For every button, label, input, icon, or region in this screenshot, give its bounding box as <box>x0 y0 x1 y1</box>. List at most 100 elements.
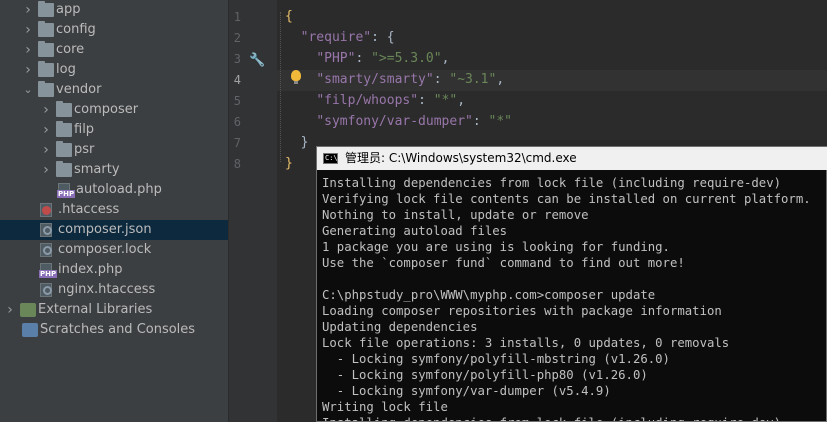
code-line-7[interactable]: } <box>285 135 309 150</box>
chevron-right-icon[interactable]: › <box>22 20 34 40</box>
tree-item-label: smarty <box>74 162 120 177</box>
scratches-icon <box>22 323 38 337</box>
code-line-6[interactable]: "symfony/var-dumper": "*" <box>285 114 512 129</box>
tree-item-psr[interactable]: › psr <box>0 140 228 160</box>
tree-item-scratches-and-consoles[interactable]: Scratches and Consoles <box>0 320 228 340</box>
console-line: Verifying lock file contents can be inst… <box>322 192 811 206</box>
chevron-down-icon[interactable]: ⌄ <box>22 80 34 100</box>
tree-item-label: config <box>56 22 96 37</box>
tree-item-label: vendor <box>56 82 102 97</box>
line-number: 7 <box>233 136 241 150</box>
tree-item-label: composer.json <box>58 222 152 237</box>
tree-item-composer-json[interactable]: composer.json <box>0 220 228 240</box>
config-file-icon <box>40 203 52 217</box>
console-line: Nothing to install, update or remove <box>322 208 589 222</box>
code-line-1[interactable]: { <box>285 9 293 24</box>
code-line-8[interactable]: } <box>285 156 293 171</box>
json-key: "symfony/var-dumper" <box>316 114 473 129</box>
line-number: 4 <box>233 73 241 87</box>
tree-item-composer-lock[interactable]: composer.lock <box>0 240 228 260</box>
folder-icon <box>56 161 72 177</box>
close-brace: } <box>285 156 293 171</box>
chevron-right-icon[interactable]: › <box>40 160 52 180</box>
wrench-icon[interactable]: 🔧 <box>249 53 265 68</box>
line-number: 6 <box>233 115 241 129</box>
json-value: "~3.1" <box>449 72 497 87</box>
tree-item-label: app <box>56 2 81 17</box>
folder-icon <box>56 141 72 157</box>
cmd-window[interactable]: C:\ 管理员: C:\Windows\system32\cmd.exe Ins… <box>316 146 827 422</box>
folder-icon <box>38 41 54 57</box>
line-number: 8 <box>233 157 241 171</box>
json-key: "smarty/smarty" <box>316 72 434 87</box>
code-line-2[interactable]: "require": { <box>285 30 395 45</box>
console-line: Loading composer repositories with packa… <box>322 304 722 318</box>
console-line: Lock file operations: 3 installs, 0 upda… <box>322 336 730 350</box>
tree-item-filp[interactable]: › filp <box>0 120 228 140</box>
tree-item-autoload-php[interactable]: PHP autoload.php <box>0 180 228 200</box>
folder-icon <box>38 81 54 97</box>
tree-item-label: autoload.php <box>76 182 162 197</box>
tree-item-htaccess[interactable]: .htaccess <box>0 200 228 220</box>
tree-item-label: composer <box>74 102 139 117</box>
chevron-right-icon[interactable]: › <box>22 40 34 60</box>
console-line: Updating dependencies <box>322 320 478 334</box>
cmd-icon[interactable]: C:\ <box>323 153 338 164</box>
tree-item-composer[interactable]: › composer <box>0 100 228 120</box>
php-file-icon: PHP <box>57 183 76 198</box>
console-line: Installing dependencies from lock file (… <box>322 415 827 421</box>
json-value: "*" <box>488 114 512 129</box>
tree-item-label: Scratches and Consoles <box>40 322 196 337</box>
chevron-right-icon[interactable]: › <box>40 140 52 160</box>
chevron-right-icon[interactable]: › <box>22 60 34 80</box>
tree-item-label: psr <box>74 142 95 157</box>
tree-item-core[interactable]: › core <box>0 40 228 60</box>
json-key: "filp/whoops" <box>316 93 419 108</box>
json-file-icon <box>40 223 52 237</box>
tree-item-external-libraries[interactable]: › External Libraries <box>0 300 228 320</box>
tree-item-label: External Libraries <box>38 302 153 317</box>
indent-guide <box>280 12 282 162</box>
line-number: 2 <box>233 31 241 45</box>
file-icon <box>40 283 52 297</box>
json-file-icon <box>40 243 52 257</box>
json-key: "require" <box>300 30 372 45</box>
line-number: 3 <box>233 52 241 66</box>
folder-icon <box>56 101 72 117</box>
code-line-3[interactable]: "PHP": ">=5.3.0", <box>285 51 449 66</box>
json-key: "PHP" <box>316 51 356 66</box>
chevron-right-icon[interactable]: › <box>4 300 16 320</box>
chevron-right-icon[interactable]: › <box>40 100 52 120</box>
console-line: Installing dependencies from lock file (… <box>322 176 782 190</box>
console-line: Use the `composer fund` command to find … <box>322 256 685 270</box>
console-line: Writing lock file <box>322 400 448 414</box>
cmd-title-bar[interactable]: C:\ 管理员: C:\Windows\system32\cmd.exe <box>317 147 827 170</box>
tree-item-label: filp <box>74 122 95 137</box>
open-brace: { <box>285 9 293 24</box>
cmd-output[interactable]: Installing dependencies from lock file (… <box>322 175 827 421</box>
close-brace: } <box>300 135 309 150</box>
chevron-right-icon[interactable]: › <box>40 120 52 140</box>
tree-item-smarty[interactable]: › smarty <box>0 160 228 180</box>
code-line-4[interactable]: "smarty/smarty": "~3.1", <box>285 72 504 87</box>
console-line: Generating autoload files <box>322 224 508 238</box>
tree-item-label: .htaccess <box>58 202 120 217</box>
chevron-right-icon[interactable]: › <box>22 0 34 20</box>
project-tree-panel: › app › config › core › log ⌄ vendor › composer › fil… <box>0 0 228 422</box>
tree-item-vendor[interactable]: ⌄ vendor <box>0 80 228 100</box>
console-line: 1 package you are using is looking for f… <box>322 240 670 254</box>
console-line: C:\phpstudy_pro\WWW\myphp.com>composer u… <box>322 288 656 302</box>
tree-item-log[interactable]: › log <box>0 60 228 80</box>
folder-icon <box>38 21 54 37</box>
tree-item-index-php[interactable]: PHP index.php <box>0 260 228 280</box>
console-line: - Locking symfony/polyfill-php80 (v1.26.… <box>322 368 648 382</box>
tree-item-config[interactable]: › config <box>0 20 228 40</box>
folder-icon <box>56 121 72 137</box>
console-line: - Locking symfony/polyfill-mbstring (v1.… <box>322 352 670 366</box>
tree-item-app[interactable]: › app <box>0 0 228 20</box>
tree-item-label: log <box>56 62 76 77</box>
line-number: 1 <box>233 10 241 24</box>
code-line-5[interactable]: "filp/whoops": "*", <box>285 93 465 108</box>
tree-item-nginx-htaccess[interactable]: nginx.htaccess <box>0 280 228 300</box>
